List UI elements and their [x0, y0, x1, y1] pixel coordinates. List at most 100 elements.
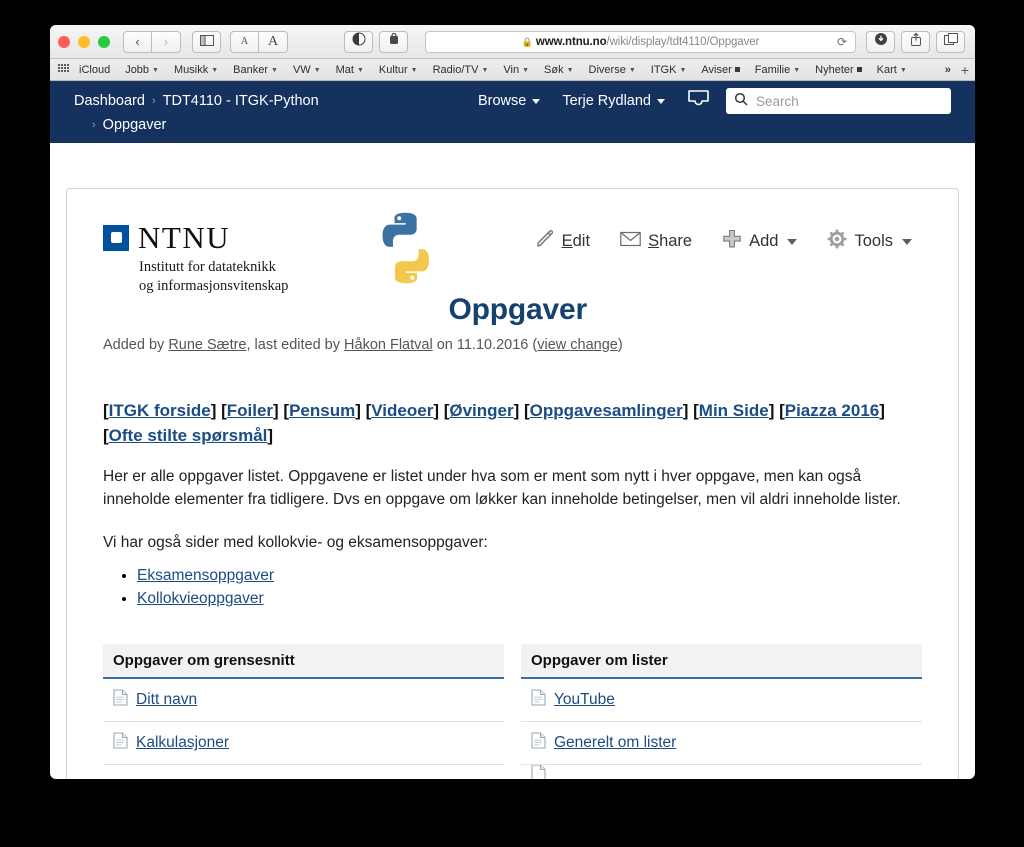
page-document-icon: [113, 689, 128, 711]
add-bookmark-button[interactable]: +: [961, 62, 969, 78]
reload-button[interactable]: ⟳: [837, 35, 847, 49]
bookmark-label: ITGK: [650, 63, 677, 76]
intro-paragraph: Her er alle oppgaver listet. Oppgavene e…: [103, 468, 901, 508]
bookmark-musikk[interactable]: Musikk ▼: [174, 64, 218, 76]
link-itgk-forside[interactable]: ITGK forside: [109, 401, 211, 420]
link-generelt-om-lister[interactable]: Generelt om lister: [554, 734, 676, 752]
byline-paren-close: ): [617, 337, 623, 353]
forward-button[interactable]: ›: [152, 30, 181, 53]
byline-mid: , last edited by: [246, 337, 345, 353]
chevron-down-icon: [787, 238, 798, 245]
bookmark-vw[interactable]: VW ▼: [293, 64, 321, 76]
edit-button[interactable]: Edit: [535, 229, 590, 254]
bookmarks-overflow-button[interactable]: »: [945, 64, 951, 76]
share-label-rest: hare: [659, 232, 693, 250]
tab-overview-button[interactable]: [936, 30, 965, 53]
table-grensesnitt: Oppgaver om grensesnitt Ditt navn Kalkul…: [103, 644, 504, 779]
add-menu-button[interactable]: Add: [722, 229, 798, 254]
browse-menu[interactable]: Browse: [478, 93, 541, 109]
breadcrumb-space[interactable]: TDT4110 - ITGK-Python: [163, 93, 319, 109]
chevron-left-icon: ‹: [135, 34, 140, 49]
bookmark-label: Musikk: [173, 63, 209, 76]
link-oppgavesamlinger[interactable]: Oppgavesamlinger: [530, 401, 683, 420]
link-eksamensoppgaver[interactable]: Eksamensoppgaver: [137, 567, 274, 584]
address-bar[interactable]: 🔒 www.ntnu.no/wiki/display/tdt4110/Oppgav…: [425, 30, 856, 53]
bookmark-familie[interactable]: Familie ▼: [755, 64, 800, 76]
bookmark-banker[interactable]: Banker ▼: [233, 64, 278, 76]
link-videoer[interactable]: Videoer: [371, 401, 433, 420]
bookmark-label: iCloud: [79, 63, 111, 76]
link-youtube[interactable]: YouTube: [554, 691, 615, 709]
reader-view-button[interactable]: [344, 30, 373, 53]
downloads-button[interactable]: [866, 30, 895, 53]
page-inner: NTNU Institutt for datateknikk og inform…: [67, 189, 958, 779]
chevron-down-icon: ▼: [481, 67, 489, 74]
user-menu[interactable]: Terje Rydland: [562, 93, 665, 109]
plus-icon: [722, 229, 742, 254]
url-host: www.ntnu.no: [535, 35, 607, 48]
share-button[interactable]: [901, 30, 930, 53]
bookmark-label: Kart: [876, 63, 897, 76]
bookmark-aviser[interactable]: Aviser: [701, 64, 740, 76]
bookmark-kart[interactable]: Kart ▼: [877, 64, 907, 76]
share-page-button[interactable]: Share: [620, 231, 692, 252]
chevron-down-icon: ▼: [793, 67, 801, 74]
bookmark-label: Radio/TV: [432, 63, 479, 76]
chevron-down-icon: ▼: [356, 67, 364, 74]
tab-overview-icon: [943, 32, 958, 51]
edit-label-rest: dit: [572, 232, 591, 250]
page-document-icon: [113, 732, 128, 754]
link-kalkulasjoner[interactable]: Kalkulasjoner: [136, 734, 229, 752]
maximize-window-button[interactable]: [98, 35, 110, 48]
link-kollokvieoppgaver[interactable]: Kollokvieoppgaver: [137, 590, 264, 607]
gear-icon: [827, 229, 847, 254]
bookmark-jobb[interactable]: Jobb ▼: [125, 64, 159, 76]
notifications-button[interactable]: [687, 90, 710, 112]
close-window-button[interactable]: [58, 35, 70, 48]
tools-menu-button[interactable]: Tools: [827, 229, 912, 254]
bookmark-label: VW: [292, 63, 311, 76]
back-button[interactable]: ‹: [123, 30, 152, 53]
bookmark-nyheter[interactable]: Nyheter: [815, 64, 862, 76]
link-ditt-navn[interactable]: Ditt navn: [136, 691, 197, 709]
breadcrumb-dashboard[interactable]: Dashboard: [74, 93, 145, 109]
table-row: Generelt om lister: [521, 722, 922, 766]
edit-accesskey: E: [561, 232, 573, 250]
byline-editor-link[interactable]: Håkon Flatval: [344, 337, 433, 353]
browser-window: ‹ › A A 🔒 www.ntnu.no/wiki/display/tdt41…: [50, 25, 975, 779]
reader-icon: [352, 32, 366, 51]
link-pensum[interactable]: Pensum: [289, 401, 355, 420]
privacy-report-button[interactable]: [379, 30, 408, 53]
show-all-bookmarks-icon[interactable]: [58, 64, 69, 75]
ntnu-logo-top: NTNU: [103, 222, 288, 253]
link-ovinger[interactable]: Øvinger: [449, 401, 513, 420]
bookmark-itgk[interactable]: ITGK ▼: [651, 64, 687, 76]
link-min-side[interactable]: Min Side: [699, 401, 769, 420]
link-foiler[interactable]: Foiler: [227, 401, 273, 420]
show-sidebar-button[interactable]: [192, 30, 221, 53]
minimize-window-button[interactable]: [78, 35, 90, 48]
increase-text-size-button[interactable]: A: [259, 30, 288, 53]
page-title: Oppgaver: [448, 293, 588, 326]
bookmark-kultur[interactable]: Kultur ▼: [379, 64, 418, 76]
table-header: Oppgaver om grensesnitt: [103, 644, 504, 680]
secondary-paragraph: Vi har også sider med kollokvie- og eksa…: [103, 534, 488, 552]
decrease-text-size-button[interactable]: A: [230, 30, 259, 53]
bookmark-sok[interactable]: Søk ▼: [544, 64, 574, 76]
bookmark-radio-tv[interactable]: Radio/TV ▼: [433, 64, 489, 76]
link-piazza-2016[interactable]: Piazza 2016: [785, 401, 880, 420]
byline-author-link[interactable]: Rune Sætre: [168, 337, 246, 353]
bookmark-mat[interactable]: Mat ▼: [336, 64, 364, 76]
link-ofte-stilte-sporsmal[interactable]: Ofte stilte spørsmål: [109, 426, 268, 445]
breadcrumb-current-page[interactable]: Oppgaver: [103, 117, 167, 133]
bookmark-diverse[interactable]: Diverse ▼: [589, 64, 636, 76]
chevron-right-icon: ›: [163, 34, 169, 49]
edit-button-label: Edit: [562, 232, 590, 251]
privacy-report-icon: [388, 32, 400, 51]
user-menu-label: Terje Rydland: [562, 93, 651, 109]
byline-date: 11.10.2016: [456, 337, 529, 353]
bookmark-vin[interactable]: Vin ▼: [503, 64, 529, 76]
search-input[interactable]: Search: [726, 88, 951, 114]
bookmark-icloud[interactable]: iCloud: [79, 64, 110, 76]
view-change-link[interactable]: view change: [537, 337, 618, 353]
